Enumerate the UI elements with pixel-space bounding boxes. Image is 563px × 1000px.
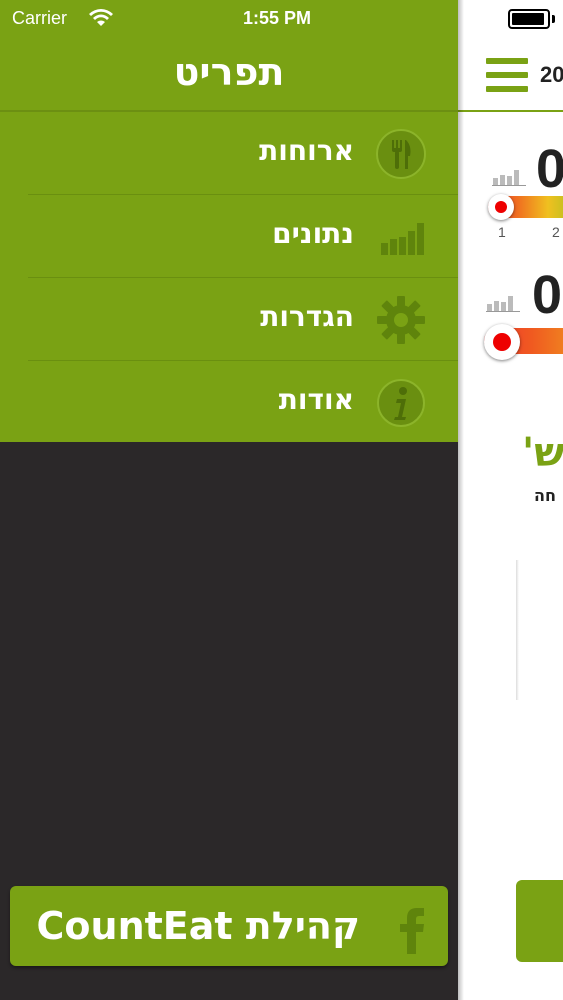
menu-item-label: ארוחות [259,134,354,167]
date-label: 20 [540,62,563,87]
hamburger-menu-icon[interactable] [486,58,528,92]
scale-tick: 1 [498,224,506,240]
battery-tip [552,15,555,23]
scale-knob[interactable] [484,324,520,360]
drawer-header-area: Carrier 1:55 PM תפריט ארוחות נתונים הגדר… [0,0,458,442]
menu-item-label: אודות [278,383,354,416]
side-drawer: Carrier 1:55 PM תפריט ארוחות נתונים הגדר… [0,0,458,1000]
fork-knife-icon [376,129,426,179]
bar-chart-icon[interactable] [486,292,520,312]
card-edge [516,560,519,700]
status-bar: Carrier 1:55 PM [0,0,458,38]
scale-knob[interactable] [488,194,514,220]
wifi-icon [89,9,113,26]
bar-chart-icon[interactable] [492,166,526,186]
meter-value: 0 [536,139,563,199]
meter-value: 0 [532,265,563,325]
community-button-label: קהילת CountEat [36,904,360,948]
carrier-label: Carrier [12,8,68,28]
info-icon [377,379,425,427]
community-facebook-button[interactable]: קהילת CountEat [10,886,448,966]
menu-item-label: נתונים [272,217,354,250]
drawer-menu: ארוחות נתונים הגדרות אודות [0,112,458,444]
facebook-icon [400,908,424,954]
section-subtitle: חה [534,486,556,505]
bar-chart-icon [381,223,424,255]
scale-tick: 2 [552,224,560,240]
status-time: 1:55 PM [243,8,312,28]
drawer-title: תפריט [173,50,285,94]
menu-item-stats[interactable]: נתונים [0,195,458,278]
gear-icon [377,296,425,344]
menu-item-about[interactable]: אודות [0,361,458,444]
menu-item-meals[interactable]: ארוחות [0,112,458,195]
battery-icon [508,9,550,29]
menu-item-label: הגדרות [260,300,354,333]
section-heading: ש' [522,430,563,476]
menu-item-settings[interactable]: הגדרות [0,278,458,361]
main-content: 20 0 1 2 0 ש' חה [458,0,563,1000]
nav-underline [458,110,563,112]
add-meal-button[interactable] [516,880,563,962]
drawer-shadow [458,0,464,1000]
